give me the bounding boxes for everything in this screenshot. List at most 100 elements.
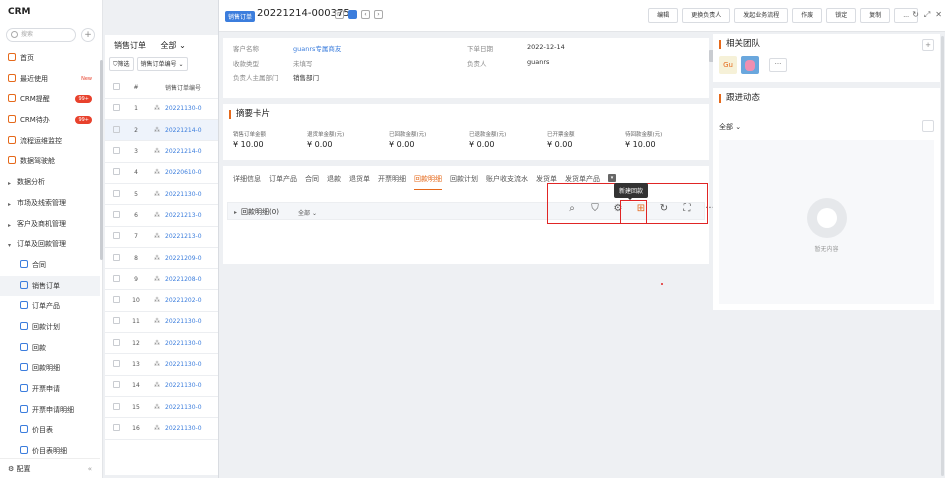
order-code-link[interactable]: 20221130-0	[165, 417, 218, 440]
select-all-checkbox[interactable]	[105, 77, 123, 99]
order-code-link[interactable]: 20221202-0	[165, 289, 218, 312]
close-icon[interactable]: ✕	[935, 10, 942, 20]
order-code-link[interactable]: 20221214-0	[165, 140, 218, 163]
tab[interactable]: 合同	[305, 174, 319, 190]
row-checkbox[interactable]	[105, 226, 123, 248]
table-row[interactable]: 12 ⁂ 20221130-0	[105, 332, 218, 355]
table-row[interactable]: 14 ⁂ 20221130-0	[105, 375, 218, 397]
tab[interactable]: 账户收支流水	[486, 174, 528, 190]
row-checkbox[interactable]	[105, 162, 123, 184]
table-row[interactable]: 4 ⁂ 20220610-0	[105, 162, 218, 184]
nav-search-input[interactable]: 搜索	[6, 28, 76, 42]
table-row[interactable]: 5 ⁂ 20221130-0	[105, 183, 218, 206]
refresh-icon[interactable]: ↻	[912, 10, 919, 20]
row-checkbox[interactable]	[105, 353, 123, 376]
follow-filter[interactable]: 全部 ⌄	[719, 122, 741, 132]
table-row[interactable]: 11 ⁂ 20221130-0	[105, 311, 218, 334]
expand-icon[interactable]: ⤢	[924, 10, 930, 20]
nav-item[interactable]: 合同	[0, 255, 100, 276]
avatar[interactable]	[741, 56, 759, 74]
nav-item[interactable]: 订单产品	[0, 296, 100, 317]
order-code-link[interactable]: 20221130-0	[165, 353, 218, 376]
order-code-link[interactable]: 20221213-0	[165, 204, 218, 227]
nav-scrollbar[interactable]	[100, 60, 103, 260]
nav-item[interactable]: ▸ 客户及商机管理	[0, 214, 100, 235]
filter-button[interactable]: ⛉筛选	[109, 57, 134, 71]
detail-scrollbar[interactable]	[941, 36, 944, 476]
row-checkbox[interactable]	[105, 332, 123, 355]
order-code-link[interactable]: 20221209-0	[165, 247, 218, 270]
row-checkbox[interactable]	[105, 311, 123, 334]
row-checkbox[interactable]	[105, 98, 123, 121]
avatar[interactable]: Gu	[719, 56, 737, 74]
row-checkbox[interactable]	[105, 289, 123, 312]
tab[interactable]: 详细信息	[233, 174, 261, 190]
section-filter[interactable]: 全部 ⌄	[298, 208, 317, 217]
nav-item[interactable]: 回款计划	[0, 317, 100, 338]
table-row[interactable]: 3 ⁂ 20221214-0	[105, 140, 218, 163]
table-row[interactable]: 8 ⁂ 20221209-0	[105, 247, 218, 270]
section-toggle[interactable]: ▸ 回款明细(0)	[234, 207, 279, 217]
action-button[interactable]: 编辑	[648, 8, 679, 23]
nav-item[interactable]: 回款	[0, 338, 100, 359]
order-code-link[interactable]: 20221214-0	[165, 119, 218, 142]
table-row[interactable]: 6 ⁂ 20221213-0	[105, 204, 218, 227]
prev-record-icon[interactable]: ‹	[361, 10, 370, 19]
nav-item[interactable]: ▸ 市场及线索管理	[0, 193, 100, 214]
field-select[interactable]: 销售订单编号 ⌄	[136, 57, 188, 71]
order-code-link[interactable]: 20221130-0	[165, 375, 218, 397]
row-checkbox[interactable]	[105, 204, 123, 227]
order-code-link[interactable]: 20220610-0	[165, 162, 218, 184]
row-checkbox[interactable]	[105, 140, 123, 163]
lock-icon[interactable]: ⊓	[335, 10, 344, 19]
action-button[interactable]: 锁定	[826, 8, 857, 23]
nav-item[interactable]: 销售订单	[0, 275, 100, 297]
table-row[interactable]: 13 ⁂ 20221130-0	[105, 353, 218, 376]
note-icon[interactable]	[922, 120, 934, 132]
order-code-link[interactable]: 20221130-0	[165, 98, 218, 121]
row-checkbox[interactable]	[105, 417, 123, 440]
tag-icon[interactable]	[348, 10, 357, 19]
tab[interactable]: 回款计划	[450, 174, 478, 190]
nav-item[interactable]: 首页	[0, 48, 100, 69]
nav-item[interactable]: 价目表	[0, 420, 100, 441]
row-checkbox[interactable]	[105, 268, 123, 291]
order-code-link[interactable]: 20221130-0	[165, 332, 218, 355]
row-checkbox[interactable]	[105, 247, 123, 270]
nav-item[interactable]: CRM提醒 99+	[0, 89, 100, 110]
collapse-nav-icon[interactable]: «	[88, 459, 92, 478]
order-code-link[interactable]: 20221130-0	[165, 183, 218, 206]
row-checkbox[interactable]	[105, 396, 123, 419]
add-member-icon[interactable]: +	[922, 39, 934, 51]
more-tabs-icon[interactable]: ▾	[608, 174, 616, 182]
table-row[interactable]: 2 ⁂ 20221214-0	[105, 119, 218, 142]
scope-dropdown[interactable]: 全部 ⌄	[161, 41, 186, 50]
tab[interactable]: 回款明细	[414, 174, 442, 190]
table-row[interactable]: 10 ⁂ 20221202-0	[105, 289, 218, 312]
nav-item[interactable]: 最近使用 New	[0, 69, 100, 90]
nav-item[interactable]: 开票申请	[0, 379, 100, 400]
customer-link[interactable]: guanrs专属商友	[293, 43, 341, 53]
action-button[interactable]: 发起业务流程	[734, 8, 789, 23]
order-code-link[interactable]: 20221208-0	[165, 268, 218, 291]
more-members-button[interactable]: ···	[769, 58, 787, 72]
action-button[interactable]: 作废	[792, 8, 823, 23]
nav-item[interactable]: 回款明细	[0, 358, 100, 379]
table-row[interactable]: 15 ⁂ 20221130-0	[105, 396, 218, 419]
table-row[interactable]: 9 ⁂ 20221208-0	[105, 268, 218, 291]
tab[interactable]: 退款	[327, 174, 341, 190]
row-checkbox[interactable]	[105, 119, 123, 142]
tab[interactable]: 订单产品	[269, 174, 297, 190]
add-icon[interactable]: +	[81, 28, 95, 42]
table-row[interactable]: 7 ⁂ 20221213-0	[105, 226, 218, 248]
row-checkbox[interactable]	[105, 183, 123, 206]
nav-item[interactable]: CRM待办 99+	[0, 110, 100, 131]
order-code-link[interactable]: 20221130-0	[165, 396, 218, 419]
tab[interactable]: 退货单	[349, 174, 370, 190]
nav-item[interactable]: ▾ 订单及回款管理	[0, 234, 100, 255]
action-button[interactable]: 复制	[860, 8, 891, 23]
nav-footer[interactable]: ⚙ 配置 «	[0, 458, 100, 478]
action-button[interactable]: 更换负责人	[682, 8, 731, 23]
row-checkbox[interactable]	[105, 375, 123, 397]
nav-item[interactable]: ▸ 数据分析	[0, 172, 100, 193]
